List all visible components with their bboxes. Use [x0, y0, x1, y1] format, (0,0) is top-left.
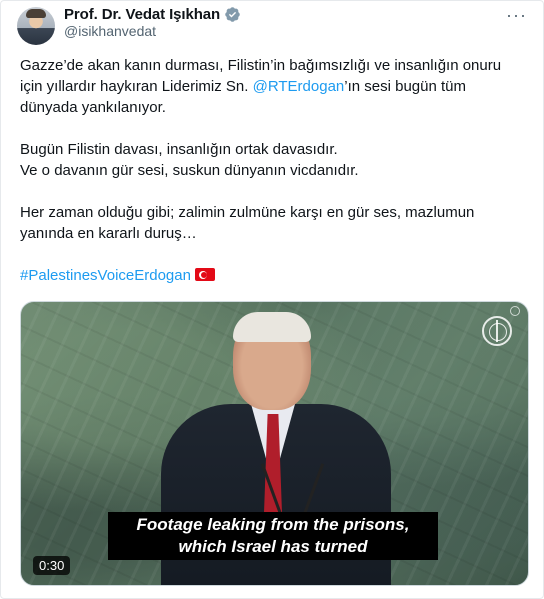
tweet-text: Gazze’de akan kanın durması, Filistin’in…	[20, 55, 520, 286]
more-horizontal-icon[interactable]: ···	[506, 5, 527, 26]
hashtag-link[interactable]: #PalestinesVoiceErdogan	[20, 267, 191, 284]
mention-link[interactable]: @RTErdogan	[253, 78, 345, 95]
paragraph-2-line-2: Ve o davanın gür sesi, suskun dünyanın v…	[20, 162, 359, 179]
paragraph-2-line-1: Bugün Filistin davası, insanlığın ortak …	[20, 141, 338, 158]
un-emblem-icon	[482, 316, 512, 346]
author-row: Prof. Dr. Vedat Işıkhan	[64, 4, 241, 24]
video-subtitle: Footage leaking from the prisons, which …	[108, 512, 438, 560]
video-duration: 0:30	[33, 556, 71, 575]
verified-badge-icon	[224, 6, 241, 23]
tweet-card: Prof. Dr. Vedat Işıkhan @isikhanvedat ··…	[0, 0, 544, 599]
un-watermark-icon	[510, 306, 520, 316]
subtitle-line-2: which Israel has turned	[178, 537, 368, 556]
video-player[interactable]: Footage leaking from the prisons, which …	[20, 301, 529, 586]
hair	[233, 312, 311, 342]
subtitle-line-1: Footage leaking from the prisons,	[136, 515, 410, 534]
author-handle[interactable]: @isikhanvedat	[64, 23, 156, 39]
hashtag-line: #PalestinesVoiceErdogan	[20, 265, 520, 286]
turkey-flag-icon	[194, 268, 215, 281]
paragraph-1: Gazze’de akan kanın durması, Filistin’in…	[20, 55, 520, 118]
paragraph-3: Her zaman olduğu gibi; zalimin zulmüne k…	[20, 204, 475, 242]
author-name[interactable]: Prof. Dr. Vedat Işıkhan	[64, 6, 220, 23]
avatar[interactable]	[17, 7, 55, 45]
